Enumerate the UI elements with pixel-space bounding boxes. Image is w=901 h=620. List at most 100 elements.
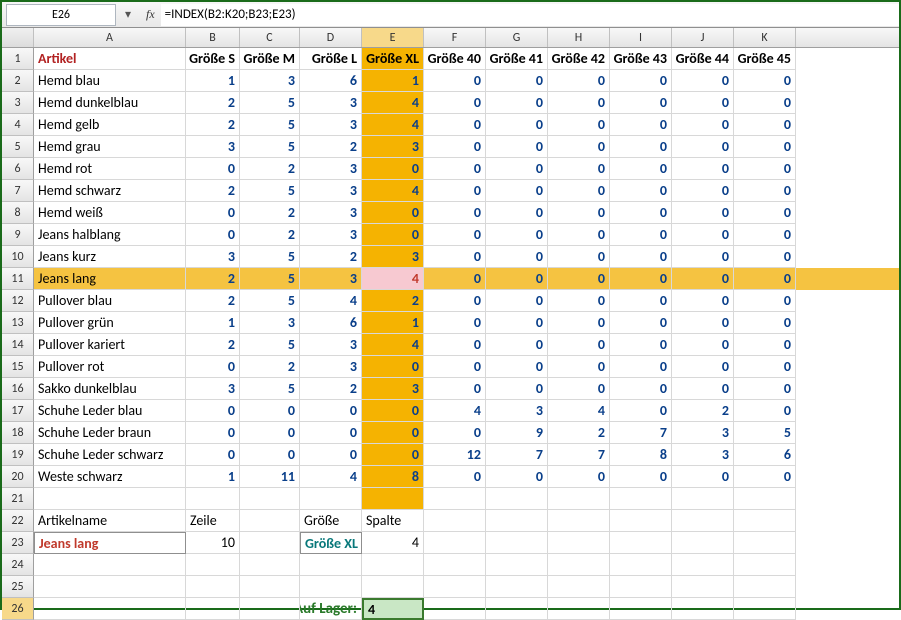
cell[interactable]: 4 <box>424 400 486 422</box>
cell[interactable]: 0 <box>424 114 486 136</box>
cell[interactable] <box>362 554 424 576</box>
article-name[interactable]: Schuhe Leder blau <box>34 400 186 422</box>
cell[interactable] <box>610 598 672 620</box>
cell[interactable] <box>486 554 548 576</box>
row-head-3[interactable]: 3 <box>2 92 34 114</box>
cell[interactable]: 0 <box>548 70 610 92</box>
cell[interactable] <box>672 510 734 532</box>
cell[interactable]: 0 <box>424 136 486 158</box>
cell[interactable]: 3 <box>300 356 362 378</box>
cell[interactable] <box>34 576 186 598</box>
name-box[interactable]: E26 <box>6 4 116 26</box>
cell[interactable]: 2 <box>548 422 610 444</box>
row-head-5[interactable]: 5 <box>2 136 34 158</box>
cell[interactable]: 0 <box>734 378 796 400</box>
article-name[interactable]: Sakko dunkelblau <box>34 378 186 400</box>
cell[interactable]: 2 <box>300 246 362 268</box>
cell[interactable]: 0 <box>424 158 486 180</box>
cell[interactable]: 0 <box>548 466 610 488</box>
cell[interactable]: 5 <box>240 334 300 356</box>
cell[interactable] <box>34 554 186 576</box>
cell[interactable]: 0 <box>734 202 796 224</box>
cell[interactable]: 3 <box>186 246 240 268</box>
cell[interactable]: 5 <box>240 136 300 158</box>
cell[interactable]: 3 <box>300 224 362 246</box>
fx-icon[interactable]: fx <box>146 7 155 22</box>
cell[interactable]: 0 <box>424 246 486 268</box>
row-head-10[interactable]: 10 <box>2 246 34 268</box>
cell[interactable]: 2 <box>240 158 300 180</box>
cell[interactable]: 0 <box>486 378 548 400</box>
cell[interactable] <box>672 554 734 576</box>
cell[interactable]: 5 <box>240 268 300 290</box>
cell[interactable]: 1 <box>362 70 424 92</box>
cell[interactable] <box>424 598 486 620</box>
cell[interactable]: 0 <box>240 400 300 422</box>
cell[interactable] <box>186 554 240 576</box>
cell[interactable]: 0 <box>424 268 486 290</box>
cell[interactable] <box>486 576 548 598</box>
cell[interactable]: 0 <box>672 334 734 356</box>
cell[interactable]: Größe L <box>300 48 362 70</box>
cell[interactable]: 5 <box>240 246 300 268</box>
cell[interactable]: 0 <box>672 356 734 378</box>
cell[interactable]: 3 <box>362 136 424 158</box>
cell[interactable] <box>672 598 734 620</box>
cell[interactable]: 0 <box>424 180 486 202</box>
cell[interactable]: 0 <box>734 246 796 268</box>
cell[interactable] <box>486 532 548 554</box>
cell[interactable] <box>734 488 796 510</box>
col-head-I[interactable]: I <box>610 28 672 47</box>
cell[interactable]: 4 <box>362 92 424 114</box>
cell[interactable]: 0 <box>486 312 548 334</box>
row-head-14[interactable]: 14 <box>2 334 34 356</box>
cell[interactable]: 4 <box>362 180 424 202</box>
col-head-E[interactable]: E <box>362 28 424 47</box>
row-head-12[interactable]: 12 <box>2 290 34 312</box>
cell[interactable] <box>240 510 300 532</box>
cell[interactable]: 0 <box>610 400 672 422</box>
cell[interactable]: Größe 41 <box>486 48 548 70</box>
cell[interactable]: 0 <box>240 444 300 466</box>
cell[interactable]: 0 <box>734 268 796 290</box>
cell[interactable]: 0 <box>610 70 672 92</box>
cell[interactable]: 0 <box>548 136 610 158</box>
cell[interactable] <box>610 488 672 510</box>
cell[interactable]: 0 <box>672 378 734 400</box>
cell[interactable] <box>186 598 240 620</box>
row-head-21[interactable]: 21 <box>2 488 34 510</box>
cell[interactable] <box>240 532 300 554</box>
cell[interactable]: 0 <box>610 290 672 312</box>
cell[interactable]: 0 <box>362 444 424 466</box>
cell[interactable]: 1 <box>186 466 240 488</box>
cell[interactable] <box>34 488 186 510</box>
cell[interactable]: 0 <box>486 466 548 488</box>
article-name[interactable]: Pullover kariert <box>34 334 186 356</box>
cell[interactable]: 2 <box>240 202 300 224</box>
cell[interactable]: 0 <box>424 92 486 114</box>
cell[interactable]: 0 <box>672 70 734 92</box>
cell[interactable]: 0 <box>486 290 548 312</box>
cell[interactable]: 0 <box>734 136 796 158</box>
cell[interactable]: 0 <box>300 422 362 444</box>
cell[interactable]: 0 <box>734 114 796 136</box>
row-head-25[interactable]: 25 <box>2 576 34 598</box>
row-head-16[interactable]: 16 <box>2 378 34 400</box>
cell[interactable]: 0 <box>610 180 672 202</box>
cell[interactable]: 0 <box>486 136 548 158</box>
article-name[interactable]: Schuhe Leder braun <box>34 422 186 444</box>
cell[interactable]: 0 <box>672 114 734 136</box>
cell[interactable]: 0 <box>486 356 548 378</box>
cell[interactable]: Zeile <box>186 510 240 532</box>
cell[interactable]: 0 <box>486 158 548 180</box>
cell[interactable]: 0 <box>362 202 424 224</box>
cell[interactable] <box>548 532 610 554</box>
cell[interactable]: 0 <box>548 356 610 378</box>
article-name[interactable]: Jeans kurz <box>34 246 186 268</box>
cell[interactable]: Größe 45 <box>734 48 796 70</box>
row-head-18[interactable]: 18 <box>2 422 34 444</box>
article-name[interactable]: Pullover grün <box>34 312 186 334</box>
cell[interactable]: 0 <box>610 246 672 268</box>
cell[interactable]: 0 <box>186 224 240 246</box>
cell[interactable]: 3 <box>486 400 548 422</box>
